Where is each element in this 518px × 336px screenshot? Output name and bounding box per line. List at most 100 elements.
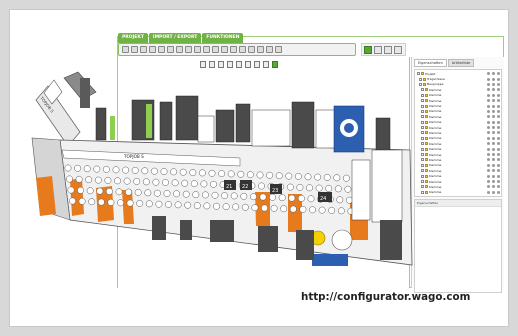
clamp-hole xyxy=(237,170,245,178)
clamp-hole xyxy=(162,179,169,186)
clamp-hole xyxy=(69,197,76,205)
clamp-hole xyxy=(315,184,323,192)
clamp-hole xyxy=(193,202,201,210)
clamp-hole xyxy=(88,198,96,206)
clamp-hole xyxy=(280,205,288,213)
clamp-hole xyxy=(336,196,344,204)
clamp-hole xyxy=(241,203,249,211)
clamp-hole xyxy=(266,171,274,179)
clamp-hole xyxy=(325,184,333,192)
clamp-hole xyxy=(288,194,296,202)
clamp-hole xyxy=(306,184,313,192)
clamp-hole xyxy=(126,199,134,207)
clamp-hole xyxy=(114,177,121,185)
clamp-hole xyxy=(192,191,200,199)
clamp-hole xyxy=(85,176,93,184)
clamp-hole xyxy=(200,180,208,188)
clamp-hole xyxy=(112,166,120,174)
clamp-hole xyxy=(155,200,163,208)
clamp-hole xyxy=(171,179,179,187)
col-23-label: 23 xyxy=(272,188,278,194)
clamp-hole xyxy=(285,172,293,180)
clamp-hole xyxy=(259,193,267,201)
source-url: http://configurator.wago.com xyxy=(301,291,471,303)
clamp-hole xyxy=(203,202,211,210)
clamp-hole xyxy=(256,171,264,179)
clamp-hole xyxy=(74,164,82,172)
clamp-hole xyxy=(142,178,150,186)
terminal-block-3d-model: TOPJOB S TOPJOB S 21 22 23 24 xyxy=(31,71,413,266)
clamp-hole xyxy=(344,185,352,193)
clamp-hole xyxy=(64,164,72,172)
clamp-hole xyxy=(334,185,342,193)
clamp-hole xyxy=(270,204,278,212)
clamp-hole xyxy=(131,166,139,174)
clamp-hole xyxy=(184,201,192,209)
clamp-hole xyxy=(144,189,152,197)
clamp-hole xyxy=(333,174,341,182)
clamp-hole xyxy=(210,180,217,188)
clamp-hole xyxy=(134,188,142,196)
clamp-hole xyxy=(230,192,238,200)
din-rail-assembly: TOPJOB S TOPJOB S 21 22 23 24 xyxy=(31,71,413,266)
clamp-hole xyxy=(115,188,123,196)
clamp-hole xyxy=(93,165,101,173)
clamp-hole xyxy=(66,175,73,183)
clamp-hole xyxy=(181,179,189,187)
clamp-hole xyxy=(152,178,160,186)
clamp-hole xyxy=(182,190,190,198)
clamp-hole xyxy=(309,206,316,214)
clamp-hole xyxy=(275,172,283,180)
col-21-label: 21 xyxy=(226,184,232,190)
clamp-hole xyxy=(304,173,312,181)
clamp-hole xyxy=(125,188,133,196)
clamp-hole xyxy=(249,193,257,201)
clamp-hole xyxy=(107,198,115,206)
clamp-hole xyxy=(133,177,141,185)
clamp-hole xyxy=(104,176,112,184)
clamp-hole xyxy=(261,204,268,212)
col-22-label: 22 xyxy=(242,184,248,190)
clamp-hole xyxy=(153,189,161,197)
clamp-hole xyxy=(278,194,286,202)
clamp-hole xyxy=(208,169,216,177)
marker-strip-label: TOPJOB S xyxy=(123,154,144,159)
clamp-hole xyxy=(189,169,197,177)
clamp-hole xyxy=(96,187,104,195)
clamp-hole xyxy=(289,205,297,213)
clamp-hole xyxy=(77,186,85,194)
clamp-hole xyxy=(318,206,326,214)
clamp-hole xyxy=(286,183,294,191)
clamp-hole xyxy=(97,198,105,206)
clamp-hole xyxy=(269,193,277,201)
clamp-hole xyxy=(160,168,168,175)
clamp-hole xyxy=(345,196,353,204)
clamp-hole xyxy=(170,168,178,176)
clamp-hole xyxy=(342,174,350,182)
clamp-hole xyxy=(174,201,182,209)
clamp-hole xyxy=(83,165,91,173)
clamp-hole xyxy=(221,192,229,200)
clamp-hole xyxy=(136,199,144,207)
clamp-hole xyxy=(165,201,172,208)
clamp-hole xyxy=(102,165,110,173)
col-24-label: 24 xyxy=(320,196,326,202)
clamp-hole xyxy=(150,167,158,175)
clamp-hole xyxy=(251,204,259,212)
clamp-hole xyxy=(294,172,302,180)
clamp-hole xyxy=(94,176,102,184)
clamp-hole xyxy=(240,192,248,200)
clamp-hole xyxy=(232,203,240,211)
clamp-hole xyxy=(213,202,220,210)
clamp-hole xyxy=(201,191,209,199)
clamp-hole xyxy=(78,197,86,205)
clamp-hole xyxy=(105,187,113,195)
clamp-hole xyxy=(198,169,206,177)
clamp-hole xyxy=(307,195,315,203)
clamp-hole xyxy=(123,177,131,185)
clamp-hole xyxy=(299,205,307,213)
clamp-hole xyxy=(222,203,230,211)
clamp-hole xyxy=(67,186,75,194)
clamp-hole xyxy=(218,170,226,178)
clamp-hole xyxy=(323,173,331,181)
